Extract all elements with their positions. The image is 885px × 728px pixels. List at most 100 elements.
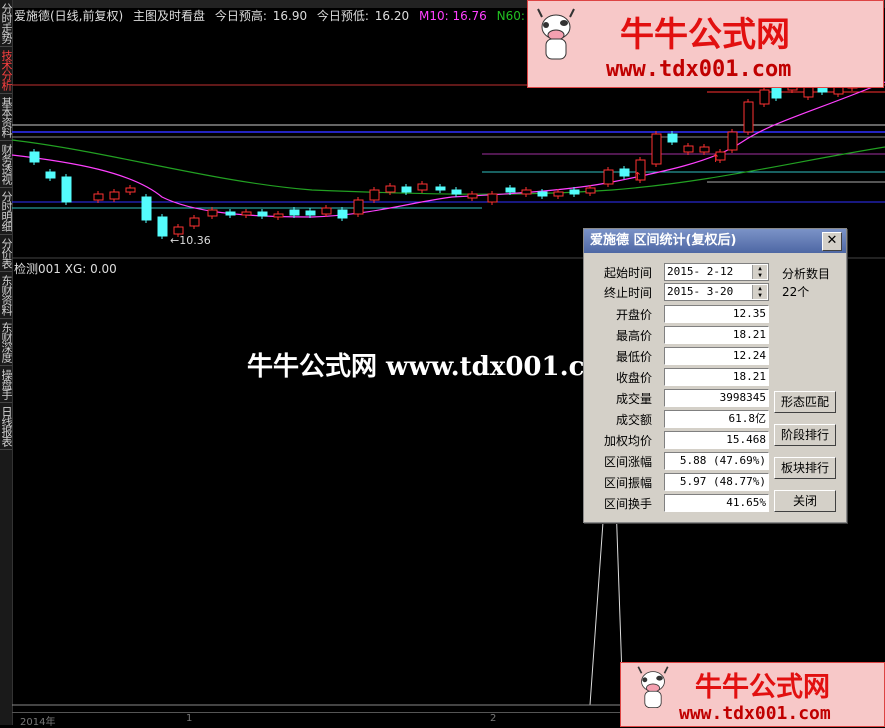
stat-label-high: 最高价 <box>615 329 652 343</box>
sidebar-tab-finance[interactable]: 财务透视 <box>0 141 13 188</box>
axis-label-month-2: 2 <box>490 713 497 724</box>
candle <box>45 171 56 179</box>
stat-label-vwap: 加权均价 <box>603 434 652 448</box>
candle <box>603 169 614 185</box>
brand-banner-bottom: 牛牛公式网 www.tdx001.com <box>620 662 885 727</box>
end-time-row: 终止时间 2015- 3-20 ▲ ▼ 22个 <box>584 283 846 303</box>
stage-rank-button[interactable]: 阶段排行 <box>774 424 836 446</box>
stat-value-close: 18.21 <box>664 368 769 386</box>
candle <box>537 191 548 197</box>
start-time-label: 起始时间 <box>603 266 652 280</box>
low-price-marker: ←10.36 <box>170 234 211 247</box>
sidebar-tab-intraday[interactable]: 分时走势 <box>0 0 13 47</box>
dialog-title[interactable]: 爱施德 区间统计(复权后) <box>584 229 846 253</box>
stat-value-high: 18.21 <box>664 326 769 344</box>
candlesticks <box>29 77 858 239</box>
spinner-icon-2[interactable]: ▲ ▼ <box>752 285 767 299</box>
stat-label-change: 区间涨幅 <box>603 455 652 469</box>
stat-label-amplitude: 区间振幅 <box>603 476 652 490</box>
start-time-input[interactable]: 2015- 2-12 ▲ ▼ <box>664 263 769 281</box>
pred-high-label: 今日预高: <box>214 9 267 23</box>
stat-label-volume: 成交量 <box>615 392 652 406</box>
candle <box>225 211 236 216</box>
close-button[interactable]: 关闭 <box>774 490 836 512</box>
watermark-text: 牛牛公式网 www.tdx001.com <box>247 352 630 382</box>
candle <box>699 146 710 153</box>
stat-value-amplitude: 5.97 (48.77%) <box>664 473 769 491</box>
axis-label-year: 2014年 <box>20 717 56 728</box>
candle <box>189 217 200 227</box>
candle <box>619 168 630 177</box>
candle <box>487 193 498 203</box>
stat-row-open: 开盘价 12.35 <box>584 305 846 325</box>
candle <box>385 185 396 193</box>
candle <box>61 176 72 203</box>
sidebar-tab-trader[interactable]: 操盘手 <box>0 366 13 403</box>
stat-row-low: 最低价 12.24 <box>584 347 846 367</box>
brand-title-top: 牛牛公式网 <box>620 15 790 55</box>
candle <box>743 101 754 133</box>
candle <box>505 187 516 193</box>
candle <box>289 209 300 216</box>
stat-row-close: 收盘价 18.21 <box>584 368 846 388</box>
pred-high-value: 16.90 <box>272 9 308 23</box>
buy-mark-2: ↑ <box>711 152 720 165</box>
stat-value-amount: 61.8亿 <box>664 410 769 428</box>
formula-name[interactable]: 主图及时看盘 <box>133 9 205 23</box>
candle <box>321 207 332 215</box>
cow-icon-2 <box>637 666 669 709</box>
candle <box>305 210 316 216</box>
sidebar-tab-price-table[interactable]: 分价表 <box>0 235 13 272</box>
candle <box>337 209 348 219</box>
candle <box>369 189 380 201</box>
candle <box>125 187 136 193</box>
end-time-value: 2015- 3-20 <box>667 285 734 298</box>
brand-url-bottom: www.tdx001.com <box>679 703 831 724</box>
candle <box>553 191 564 197</box>
stat-value-open: 12.35 <box>664 305 769 323</box>
interval-stats-dialog: 爱施德 区间统计(复权后) ✕ 起始时间 2015- 2-12 ▲ ▼ 分析数目 终… <box>583 228 847 523</box>
candle <box>401 186 412 193</box>
brand-url-top: www.tdx001.com <box>606 57 792 82</box>
sidebar-tab-technical[interactable]: 技术分析 <box>0 47 13 94</box>
indicator-label: 检测001 XG: 0.00 <box>14 262 117 276</box>
candle <box>417 183 428 191</box>
candle <box>273 213 284 218</box>
count-label: 分析数目 <box>782 267 831 281</box>
sidebar-tab-eastmoney-deep[interactable]: 东财深度 <box>0 319 13 366</box>
end-time-input[interactable]: 2015- 3-20 ▲ ▼ <box>664 283 769 301</box>
sector-rank-button[interactable]: 板块排行 <box>774 457 836 479</box>
brand-title-bottom: 牛牛公式网 <box>695 672 830 703</box>
candle <box>759 89 770 105</box>
candle <box>241 211 252 216</box>
pred-low-value: 16.20 <box>374 9 410 23</box>
close-icon[interactable]: ✕ <box>822 232 842 251</box>
axis-label-month-1: 1 <box>186 713 193 724</box>
sidebar-tab-daily-report[interactable]: 日线报表 <box>0 403 13 450</box>
end-time-label: 终止时间 <box>603 286 652 300</box>
sidebar-tab-eastmoney[interactable]: 东财资料 <box>0 272 13 319</box>
stat-label-close: 收盘价 <box>615 371 652 385</box>
candle <box>207 209 218 217</box>
pattern-match-button[interactable]: 形态匹配 <box>774 391 836 413</box>
candle <box>29 151 40 163</box>
candle <box>667 133 678 143</box>
candle <box>451 189 462 195</box>
stock-title: 爱施德(日线,前复权) <box>14 9 124 23</box>
stat-label-turnover: 区间换手 <box>603 497 652 511</box>
candle <box>727 131 738 151</box>
stat-label-amount: 成交额 <box>615 413 652 427</box>
count-value: 22个 <box>782 285 810 299</box>
stat-label-low: 最低价 <box>615 350 652 364</box>
brand-banner-top: 牛牛公式网 www.tdx001.com <box>527 0 884 88</box>
start-time-row: 起始时间 2015- 2-12 ▲ ▼ 分析数目 <box>584 263 846 283</box>
stat-value-low: 12.24 <box>664 347 769 365</box>
sidebar-tab-ticks[interactable]: 分时明细 <box>0 188 13 235</box>
candle <box>683 145 694 153</box>
candle <box>651 133 662 165</box>
stat-value-volume: 3998345 <box>664 389 769 407</box>
candle <box>93 193 104 201</box>
candle <box>141 196 152 221</box>
sidebar-tab-basic-info[interactable]: 基本资料 <box>0 94 13 141</box>
spinner-icon[interactable]: ▲ ▼ <box>752 265 767 279</box>
